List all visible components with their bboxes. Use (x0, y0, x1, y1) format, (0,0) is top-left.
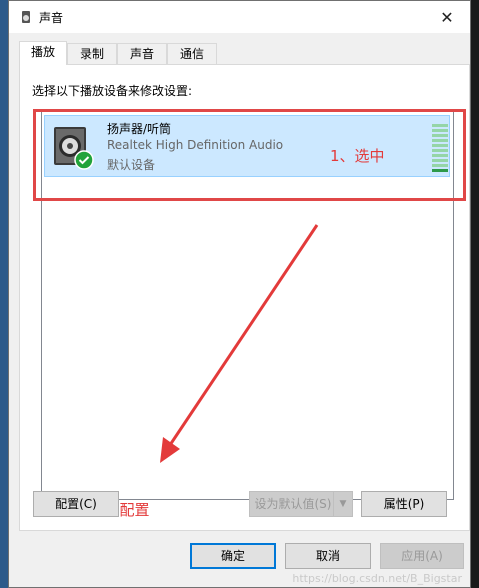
watermark: https://blog.csdn.net/B_Bigstar (292, 572, 462, 585)
close-icon: ✕ (440, 7, 454, 27)
annotation-highlight-box (33, 109, 466, 201)
desktop-right-strip (471, 0, 479, 588)
cancel-button[interactable]: 取消 (285, 543, 371, 569)
set-default-label: 设为默认值(S) (254, 497, 332, 511)
apply-button[interactable]: 应用(A) (380, 543, 464, 569)
close-button[interactable]: ✕ (424, 1, 470, 33)
tab-communications[interactable]: 通信 (167, 43, 217, 64)
speaker-icon (22, 11, 30, 23)
window-title: 声音 (39, 11, 64, 25)
sound-dialog: 声音 ✕ 播放 录制 声音 通信 选择以下播放设备来修改设置: 扬声器/听筒 R… (8, 0, 471, 588)
set-default-button[interactable]: 设为默认值(S) ▼ (249, 491, 353, 517)
ok-button[interactable]: 确定 (190, 543, 276, 569)
configure-button[interactable]: 配置(C) (33, 491, 119, 517)
title-bar: 声音 ✕ (9, 1, 470, 33)
instruction-text: 选择以下播放设备来修改设置: (32, 84, 193, 98)
tab-recording[interactable]: 录制 (67, 43, 117, 64)
chevron-down-icon[interactable]: ▼ (333, 492, 352, 516)
tab-playback[interactable]: 播放 (19, 41, 67, 65)
properties-button[interactable]: 属性(P) (361, 491, 447, 517)
tab-sounds[interactable]: 声音 (117, 43, 167, 64)
desktop-left-strip (0, 0, 8, 588)
playback-panel: 选择以下播放设备来修改设置: 扬声器/听筒 Realtek High Defin… (19, 64, 470, 531)
